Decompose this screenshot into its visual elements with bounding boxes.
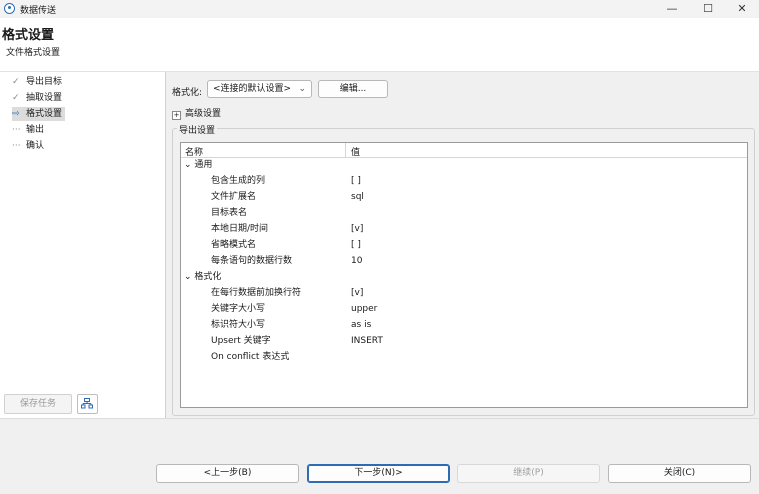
property-value[interactable]: 10 xyxy=(351,253,362,269)
step-label: 确认 xyxy=(26,141,45,151)
step-extract-settings[interactable]: ✓ 抽取设置 xyxy=(12,91,62,105)
property-name: 文件扩展名 xyxy=(211,192,257,202)
step-label: 输出 xyxy=(26,125,45,135)
property-value[interactable]: upper xyxy=(351,301,377,317)
property-value[interactable]: INSERT xyxy=(351,333,383,349)
table-row[interactable]: 目标表名 xyxy=(181,205,741,221)
table-row[interactable]: On conflict 表达式 xyxy=(181,349,741,365)
property-name: 本地日期/时间 xyxy=(211,224,269,234)
pending-dots-icon: ··· xyxy=(12,125,21,135)
step-format-settings[interactable]: ⇨ 格式设置 xyxy=(12,107,66,121)
property-value[interactable]: [ ] xyxy=(351,237,361,253)
app-icon xyxy=(4,3,15,14)
pending-dots-icon: ··· xyxy=(12,141,21,151)
property-name: Upsert 关键字 xyxy=(211,336,271,346)
chevron-down-icon: ⌄ xyxy=(298,84,306,94)
continue-button[interactable]: 继续(P) xyxy=(457,464,600,483)
expand-plus-icon: + xyxy=(172,111,181,120)
step-label: 导出目标 xyxy=(26,77,63,87)
table-row[interactable]: 本地日期/时间 [v] xyxy=(181,221,741,237)
arrow-right-icon: ⇨ xyxy=(12,109,20,119)
table-row[interactable]: 标识符大小写 as is xyxy=(181,317,741,333)
grid-header: 名称 值 xyxy=(181,143,747,158)
property-name: 关键字大小写 xyxy=(211,304,266,314)
property-value[interactable]: [v] xyxy=(351,285,363,301)
close-button[interactable]: 关闭(C) xyxy=(608,464,751,483)
format-settings-panel: 格式化: <连接的默认设置> ⌄ 编辑... + 高级设置 导出设置 名称 值 ⌄… xyxy=(167,72,759,418)
format-dropdown[interactable]: <连接的默认设置> ⌄ xyxy=(207,80,312,98)
table-row[interactable]: 文件扩展名 sql xyxy=(181,189,741,205)
save-task-button[interactable]: 保存任务 xyxy=(4,394,72,414)
category-row-formatting[interactable]: ⌄ 格式化 xyxy=(181,269,741,285)
advanced-settings-toggle[interactable]: + 高级设置 xyxy=(172,106,221,120)
property-value[interactable]: [v] xyxy=(351,221,363,237)
category-row-general[interactable]: ⌄ 通用 xyxy=(181,157,741,173)
property-value[interactable]: sql xyxy=(351,189,364,205)
property-value[interactable]: as is xyxy=(351,317,371,333)
table-row[interactable]: 每条语句的数据行数 10 xyxy=(181,253,741,269)
column-separator[interactable] xyxy=(345,143,346,157)
property-name: 包含生成的列 xyxy=(211,176,266,186)
table-row[interactable]: 在每行数据前加换行符 [v] xyxy=(181,285,741,301)
close-window-button[interactable]: ✕ xyxy=(724,0,759,18)
table-row[interactable]: 关键字大小写 upper xyxy=(181,301,741,317)
wizard-header: 格式设置 文件格式设置 xyxy=(0,18,759,72)
category-label: 通用 xyxy=(194,160,213,170)
grid-scrollbar[interactable] xyxy=(747,143,748,407)
step-export-target[interactable]: ✓ 导出目标 xyxy=(12,75,62,89)
window-title: 数据传送 xyxy=(20,6,57,16)
table-row[interactable]: 包含生成的列 [ ] xyxy=(181,173,741,189)
chevron-down-icon: ⌄ xyxy=(184,160,192,170)
maximize-button[interactable]: ☐ xyxy=(690,0,726,18)
check-icon: ✓ xyxy=(12,77,20,87)
property-grid[interactable]: 名称 值 ⌄ 通用 包含生成的列 [ ] 文件扩展名 sql 目标表名 本地日期/时… xyxy=(180,142,748,408)
property-name: 在每行数据前加换行符 xyxy=(211,288,302,298)
step-output[interactable]: ··· 输出 xyxy=(12,123,44,137)
page-title: 格式设置 xyxy=(2,28,55,43)
chevron-down-icon: ⌄ xyxy=(184,272,192,282)
table-row[interactable]: 省略模式名 [ ] xyxy=(181,237,741,253)
network-icon xyxy=(81,398,93,409)
advanced-settings-label: 高级设置 xyxy=(185,109,222,119)
format-label: 格式化: xyxy=(172,88,203,98)
table-row[interactable]: Upsert 关键字 INSERT xyxy=(181,333,741,349)
check-icon: ✓ xyxy=(12,93,20,103)
category-label: 格式化 xyxy=(194,272,222,282)
page-subtitle: 文件格式设置 xyxy=(6,48,61,58)
next-button[interactable]: 下一步(N)> xyxy=(307,464,450,483)
steps-panel: ✓ 导出目标 ✓ 抽取设置 ⇨ 格式设置 ··· 输出 ··· 确认 保存任务 xyxy=(0,72,166,418)
export-settings-group: 导出设置 名称 值 ⌄ 通用 包含生成的列 [ ] 文件扩展名 sql 目标表名 本… xyxy=(172,123,755,416)
step-confirm[interactable]: ··· 确认 xyxy=(12,139,44,153)
property-name: 每条语句的数据行数 xyxy=(211,256,293,266)
edit-button[interactable]: 编辑... xyxy=(318,80,388,98)
title-bar: 数据传送 — ☐ ✕ xyxy=(0,0,759,18)
step-label: 格式设置 xyxy=(26,109,63,119)
property-name: 标识符大小写 xyxy=(211,320,266,330)
step-label: 抽取设置 xyxy=(26,93,63,103)
property-value[interactable]: [ ] xyxy=(351,173,361,189)
property-name: 目标表名 xyxy=(211,208,248,218)
wizard-footer: <上一步(B) 下一步(N)> 继续(P) 关闭(C) xyxy=(0,418,759,494)
minimize-button[interactable]: — xyxy=(654,0,690,18)
back-button[interactable]: <上一步(B) xyxy=(156,464,299,483)
task-manager-button[interactable] xyxy=(77,394,98,414)
export-settings-label: 导出设置 xyxy=(177,123,218,136)
property-name: 省略模式名 xyxy=(211,240,257,250)
property-name: On conflict 表达式 xyxy=(211,352,290,362)
format-selected-value: <连接的默认设置> xyxy=(213,84,292,94)
